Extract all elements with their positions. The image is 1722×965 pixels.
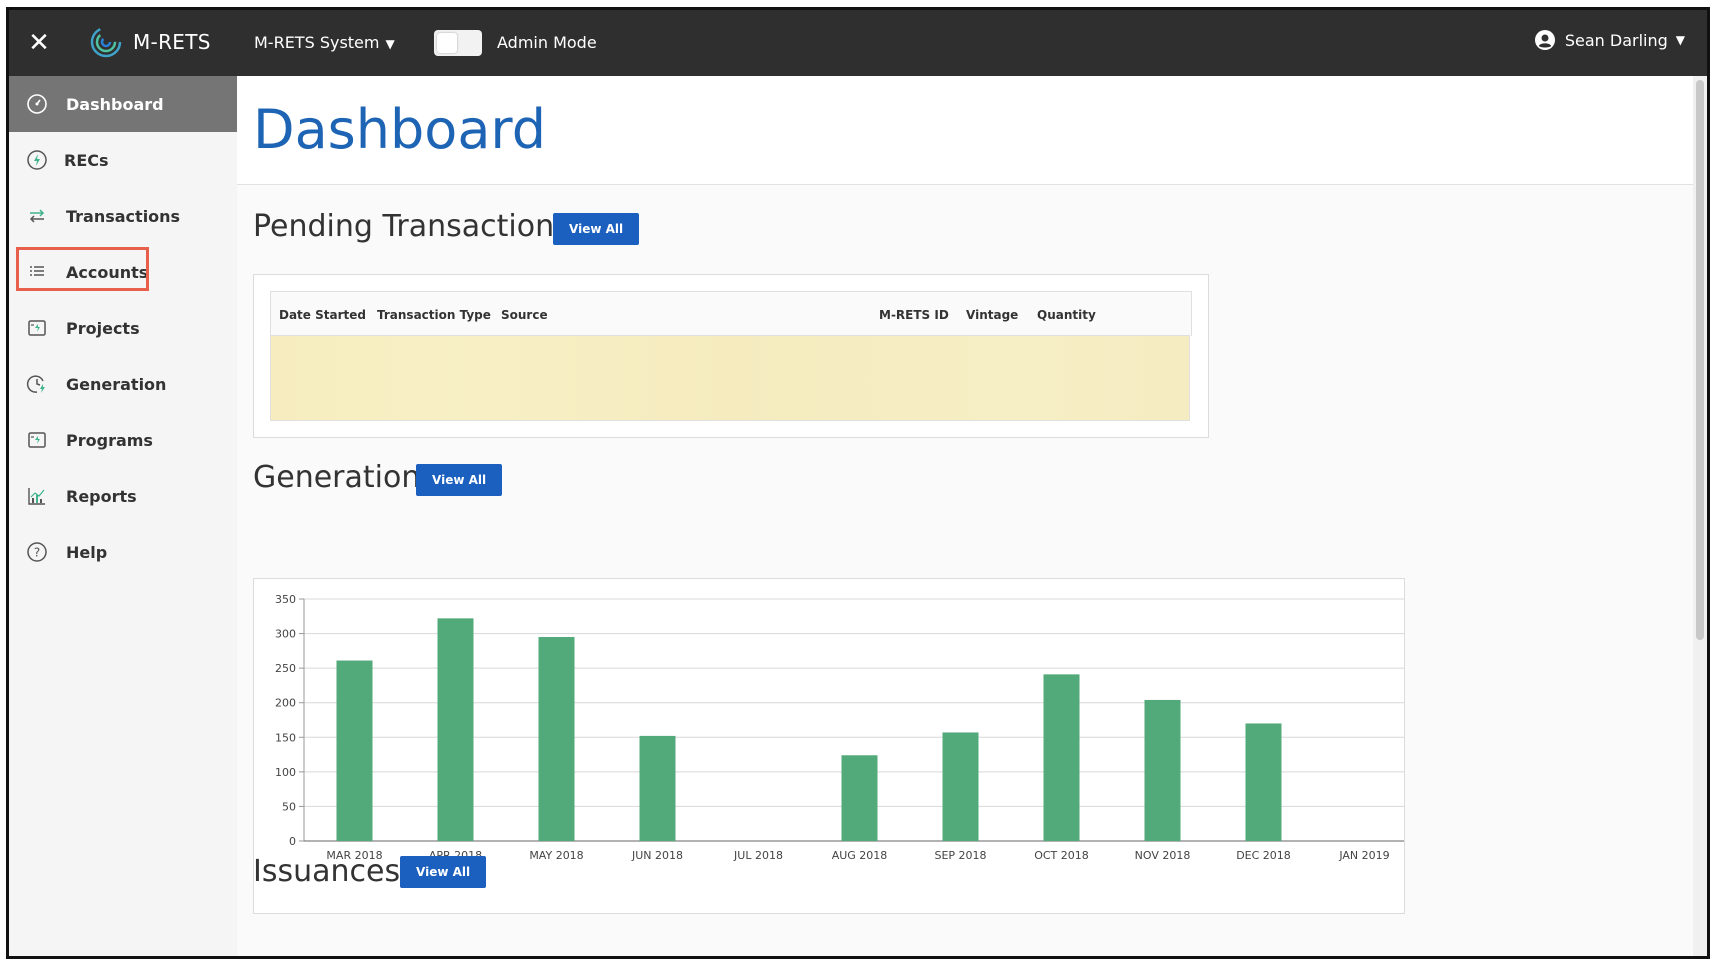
- sidebar-item-help[interactable]: ? Help: [9, 524, 237, 580]
- app-window: ✕ M-RETS M-RETS System ▼ Admin Mode Sean …: [6, 7, 1710, 959]
- column-header[interactable]: Quantity: [1037, 308, 1096, 322]
- sidebar-item-label: Dashboard: [66, 94, 164, 114]
- y-tick-label: 250: [275, 662, 296, 675]
- sidebar-item-transactions[interactable]: Transactions: [9, 188, 237, 244]
- column-header[interactable]: Source: [501, 308, 548, 322]
- column-header[interactable]: Vintage: [966, 308, 1018, 322]
- sidebar-item-label: Projects: [66, 318, 140, 338]
- chart-bar[interactable]: [639, 735, 676, 841]
- x-tick-label: DEC 2018: [1236, 849, 1291, 862]
- sidebar-item-programs[interactable]: Programs: [9, 412, 237, 468]
- page-header: Dashboard: [237, 76, 1693, 185]
- user-avatar-icon: [1534, 30, 1555, 50]
- m-rets-logo-icon: [90, 26, 122, 58]
- column-header[interactable]: M-RETS ID: [879, 308, 949, 322]
- pending-view-all-button[interactable]: View All: [553, 213, 640, 245]
- y-tick-label: 300: [275, 628, 296, 641]
- sidebar-item-generation[interactable]: Generation: [9, 356, 237, 412]
- pending-transactions-table: Date Started Transaction Type Source M-R…: [253, 274, 1209, 438]
- system-selector[interactable]: M-RETS System ▼: [254, 33, 395, 52]
- y-tick-label: 150: [275, 731, 296, 744]
- bar-chart-icon: [25, 484, 49, 508]
- column-header[interactable]: Transaction Type: [377, 308, 491, 322]
- chevron-down-icon: ▼: [385, 37, 395, 51]
- y-tick-label: 200: [275, 697, 296, 710]
- admin-mode-label: Admin Mode: [497, 33, 597, 52]
- generation-title: Generation: [253, 460, 421, 495]
- pending-transactions-title: Pending Transactions: [253, 209, 570, 244]
- sidebar-item-label: Help: [66, 542, 108, 562]
- x-tick-label: JUL 2018: [733, 849, 783, 862]
- x-tick-label: OCT 2018: [1034, 849, 1089, 862]
- sidebar-item-label: Transactions: [66, 206, 181, 226]
- sidebar-item-dashboard[interactable]: Dashboard: [9, 76, 237, 132]
- system-selector-label: M-RETS System: [254, 33, 380, 52]
- chart-bar[interactable]: [538, 637, 575, 841]
- toggle-knob: [437, 33, 457, 53]
- chevron-down-icon: ▼: [1675, 33, 1685, 47]
- brand-name: M-RETS: [133, 30, 211, 54]
- x-tick-label: JAN 2019: [1338, 849, 1389, 862]
- arrows-exchange-icon: [25, 204, 49, 228]
- sidebar-item-label: Accounts: [66, 262, 149, 282]
- scrollbar[interactable]: [1693, 76, 1707, 956]
- table-row-redacted[interactable]: [270, 335, 1190, 421]
- y-tick-label: 350: [275, 593, 296, 606]
- column-header[interactable]: Date Started: [279, 308, 366, 322]
- chart-bar[interactable]: [1043, 674, 1080, 841]
- x-tick-label: AUG 2018: [832, 849, 888, 862]
- chart-bar[interactable]: [942, 732, 979, 841]
- issuances-title: Issuances: [253, 854, 401, 889]
- close-icon[interactable]: ✕: [24, 28, 54, 58]
- scrollbar-thumb[interactable]: [1696, 80, 1704, 640]
- lightning-bolt-icon: [25, 148, 49, 172]
- dashboard-gauge-icon: [25, 92, 49, 116]
- sidebar-item-label: Generation: [66, 374, 167, 394]
- sidebar-item-recs[interactable]: RECs: [9, 132, 237, 188]
- project-panel-icon: [25, 316, 49, 340]
- x-tick-label: JUN 2018: [631, 849, 683, 862]
- issuances-view-all-button[interactable]: View All: [400, 856, 487, 888]
- question-circle-icon: ?: [25, 540, 49, 564]
- page-title: Dashboard: [253, 98, 546, 161]
- svg-text:?: ?: [34, 546, 40, 560]
- sidebar-item-accounts[interactable]: Accounts: [9, 244, 237, 300]
- chart-bar[interactable]: [841, 755, 878, 841]
- user-name: Sean Darling: [1564, 30, 1668, 50]
- list-icon: [25, 260, 49, 284]
- sidebar-item-label: RECs: [64, 150, 109, 170]
- sidebar: Dashboard RECs Transactions Accounts Pro…: [9, 76, 238, 956]
- clock-bolt-icon: [25, 372, 49, 396]
- chart-bar[interactable]: [336, 660, 373, 841]
- admin-mode-toggle[interactable]: [434, 30, 482, 56]
- generation-view-all-button[interactable]: View All: [416, 464, 503, 496]
- chart-bar[interactable]: [1144, 699, 1181, 841]
- table-header: Date Started Transaction Type Source M-R…: [270, 291, 1192, 336]
- x-tick-label: MAY 2018: [529, 849, 583, 862]
- y-tick-label: 100: [275, 766, 296, 779]
- chart-bar[interactable]: [1245, 723, 1282, 841]
- y-tick-label: 0: [289, 835, 296, 848]
- sidebar-item-label: Programs: [66, 430, 153, 450]
- program-panel-icon: [25, 428, 49, 452]
- top-bar: ✕ M-RETS M-RETS System ▼ Admin Mode Sean …: [9, 10, 1707, 76]
- sidebar-item-reports[interactable]: Reports: [9, 468, 237, 524]
- y-tick-label: 50: [282, 800, 296, 813]
- main-content: Dashboard Pending Transactions View All …: [237, 76, 1707, 956]
- chart-bar[interactable]: [437, 618, 474, 841]
- sidebar-item-label: Reports: [66, 486, 137, 506]
- sidebar-item-projects[interactable]: Projects: [9, 300, 237, 356]
- x-tick-label: SEP 2018: [934, 849, 986, 862]
- user-menu[interactable]: Sean Darling ▼: [1534, 30, 1685, 50]
- x-tick-label: NOV 2018: [1135, 849, 1191, 862]
